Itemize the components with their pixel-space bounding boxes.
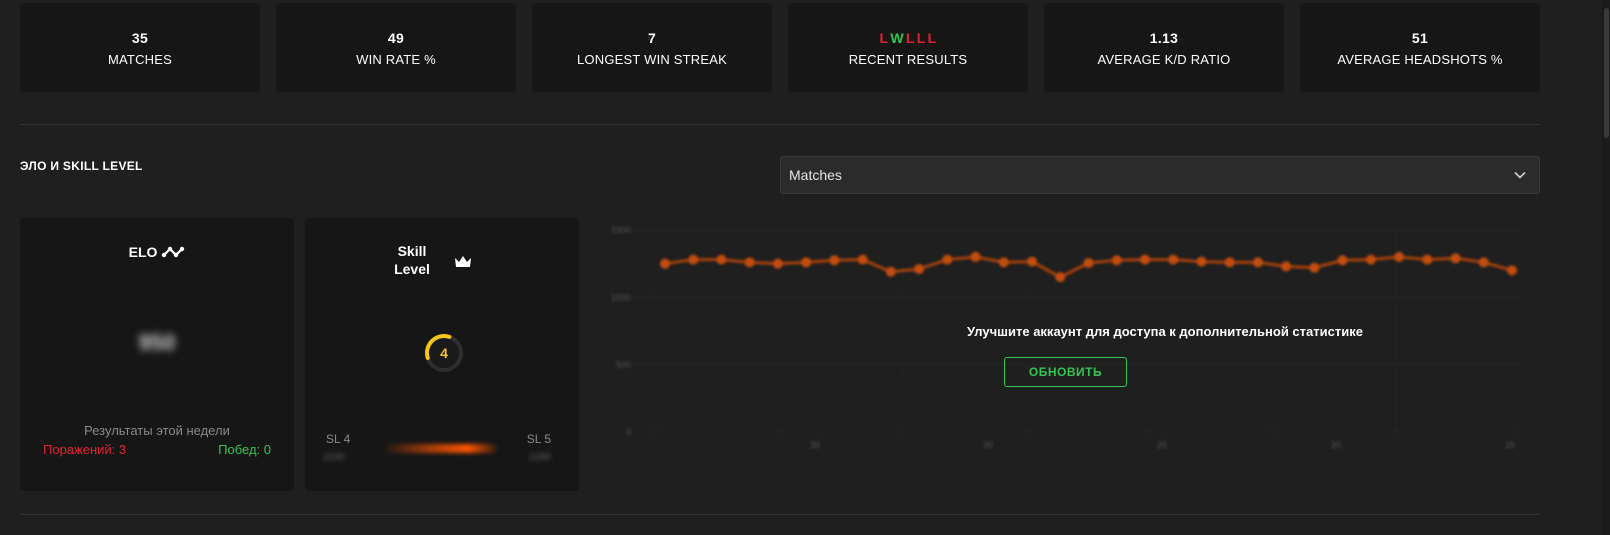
stat-value: 1.13 [1149, 29, 1179, 46]
sl-right-value: 1250 [528, 452, 551, 463]
data-point [1394, 251, 1405, 262]
stat-card-recent-results: LWLLL RECENT RESULTS [788, 3, 1028, 92]
data-point [1168, 254, 1179, 265]
week-results-title: Результаты этой недели [84, 423, 230, 438]
data-point [998, 257, 1009, 268]
stat-label: RECENT RESULTS [848, 51, 968, 67]
data-point [772, 258, 783, 269]
data-point [716, 254, 727, 265]
data-point [970, 251, 981, 262]
data-point [1055, 272, 1066, 283]
stat-label: AVERAGE K/D RATIO [1097, 51, 1231, 67]
data-point [660, 258, 670, 269]
stat-value: 7 [647, 29, 657, 46]
y-tick-label: 0 [626, 427, 631, 437]
select-value: Matches [789, 167, 842, 183]
skill-level-title: Skill Level [394, 243, 430, 277]
divider [20, 124, 1540, 125]
sl-right-label: SL 5 [526, 432, 551, 446]
data-point [942, 254, 953, 265]
stat-label: MATCHES [108, 51, 172, 67]
data-point [1027, 256, 1038, 267]
data-point [1252, 257, 1263, 268]
stat-card-longest-win-streak: 7 LONGEST WIN STREAK [532, 3, 772, 92]
skill-level-panel: Skill Level 4 SL 4 1100 SL 5 1250 [305, 218, 579, 491]
elo-line-chart: 1500 1000 500 0 35 30 25 20 15 [611, 225, 1521, 450]
data-point [1139, 254, 1150, 265]
recent-results-row: LWLLL [879, 29, 938, 47]
data-point [857, 254, 868, 265]
weekly-wins: Побед: 0 [218, 442, 271, 457]
data-point [1478, 257, 1489, 268]
elo-history-chart: 1500 1000 500 0 35 30 25 20 15 [590, 218, 1540, 463]
upgrade-message: Улучшите аккаунт для доступа к дополните… [967, 324, 1363, 339]
data-point [829, 255, 840, 266]
stat-value: 49 [387, 29, 405, 46]
scrollbar[interactable] [1602, 0, 1610, 535]
stat-card-matches: 35 MATCHES [20, 3, 260, 92]
data-point [1422, 254, 1433, 265]
section-title: ЭЛО И SKILL LEVEL [20, 159, 143, 173]
result-loss: L [905, 29, 915, 46]
y-tick-label: 1000 [611, 292, 631, 302]
data-point [1111, 255, 1122, 266]
data-point [801, 257, 812, 268]
data-point [1083, 257, 1094, 268]
stat-card-average-kd: 1.13 AVERAGE K/D RATIO [1044, 3, 1284, 92]
skill-progress-bar [381, 444, 497, 453]
data-point [1365, 254, 1376, 265]
data-point [1196, 256, 1207, 267]
data-point [1507, 265, 1517, 276]
data-point [688, 254, 699, 265]
weekly-losses: Поражений: 3 [43, 442, 127, 457]
stat-label: WIN RATE % [356, 51, 436, 67]
x-tick-label: 30 [983, 440, 993, 450]
trend-icon [162, 246, 185, 258]
result-win: W [890, 29, 904, 46]
x-tick-label: 20 [1331, 440, 1341, 450]
skill-level-number: 4 [440, 345, 448, 361]
upgrade-button[interactable]: ОБНОВИТЬ [1004, 357, 1127, 387]
result-loss: L [927, 29, 937, 46]
skill-level-gauge: 4 [425, 334, 463, 372]
sl-left-label: SL 4 [326, 432, 351, 446]
sl-left-value: 1100 [323, 452, 345, 463]
divider [20, 514, 1540, 515]
crown-icon [455, 256, 471, 267]
data-point [1224, 257, 1235, 268]
data-point [914, 264, 925, 275]
x-tick-label: 25 [1157, 440, 1167, 450]
elo-title-label: ELO [128, 244, 158, 260]
elo-title: ELO [20, 244, 294, 260]
stat-value: 51 [1411, 29, 1429, 46]
data-point [1281, 261, 1292, 272]
stat-card-win-rate: 49 WIN RATE % [276, 3, 516, 92]
stat-label: AVERAGE HEADSHOTS % [1337, 51, 1503, 67]
result-loss: L [879, 29, 889, 46]
stat-value: 35 [131, 29, 149, 46]
data-point [744, 257, 755, 268]
y-tick-label: 500 [616, 360, 631, 370]
chevron-down-icon [1514, 171, 1526, 179]
stat-label: LONGEST WIN STREAK [577, 51, 727, 67]
result-loss: L [916, 29, 926, 46]
chart-mode-select[interactable]: Matches [780, 156, 1540, 194]
x-tick-label: 15 [1505, 440, 1515, 450]
elo-panel: ELO 950 Результаты этой недели Поражений… [20, 218, 294, 491]
y-tick-label: 1500 [611, 225, 631, 235]
data-point [1309, 262, 1320, 273]
data-point [1450, 253, 1461, 264]
x-tick-label: 35 [810, 440, 820, 450]
data-point [885, 266, 896, 277]
data-point [1337, 255, 1348, 266]
stat-card-average-headshots: 51 AVERAGE HEADSHOTS % [1300, 3, 1540, 92]
elo-value: 950 [138, 330, 176, 355]
scrollbar-thumb[interactable] [1604, 8, 1609, 138]
